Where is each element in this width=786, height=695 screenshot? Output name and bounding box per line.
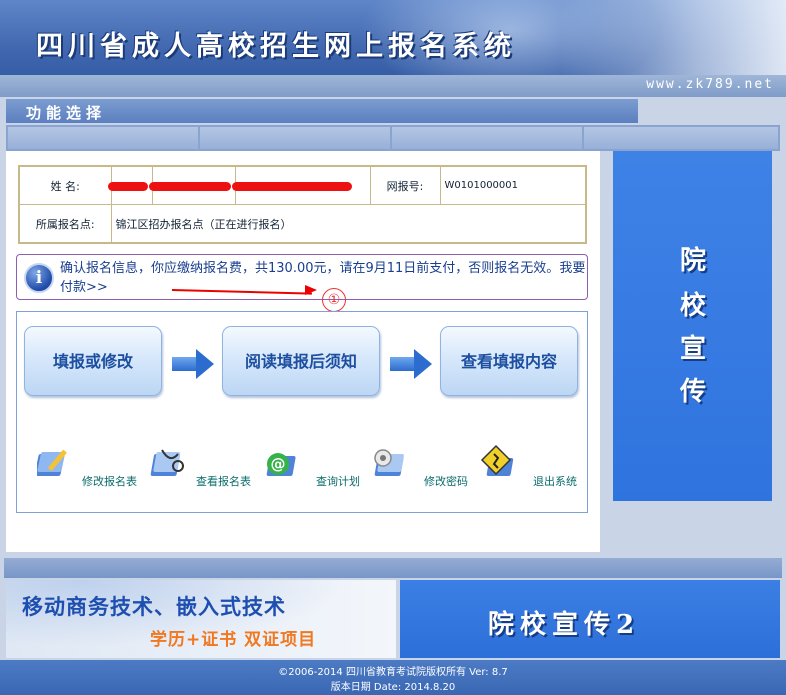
menu-tab-2[interactable]: [200, 127, 390, 149]
edit-form-link[interactable]: 修改报名表: [82, 473, 137, 489]
version-date: 版本日期 Date: 2014.8.20: [330, 682, 456, 693]
edit-form-icon[interactable]: [37, 444, 77, 482]
annotation-arrow-head: [305, 285, 317, 295]
exam-no-value: W0101000001: [439, 165, 587, 205]
promo-char-2: 校: [679, 291, 706, 321]
site-label: 所属报名点:: [18, 204, 112, 244]
applicant-info-table: 姓 名: 网报号: W0101000001 所属报名点: 锦江区招办报名点（正在…: [18, 165, 587, 244]
info-icon: i: [24, 263, 54, 293]
ad-subline: 学历+证书 双证项目: [150, 630, 317, 650]
site-title: 四川省成人高校招生网上报名系统: [36, 31, 516, 62]
step-arrow-1: [172, 349, 214, 379]
id-value-redacted: [231, 165, 371, 205]
view-form-icon[interactable]: [150, 444, 190, 482]
svg-text:@: @: [271, 455, 286, 473]
footer-strip: [4, 558, 782, 578]
header-glow-right: [560, 0, 786, 75]
site-url[interactable]: www.zk789.net: [646, 77, 774, 92]
ad-headline: 移动商务技术、嵌入式技术: [22, 595, 286, 619]
promo-char-3: 宣: [679, 334, 706, 364]
id-label-redacted: [148, 165, 236, 205]
view-form-link[interactable]: 查看报名表: [196, 473, 251, 489]
menu-title: 功能选择: [26, 104, 107, 122]
promo-char-4: 传: [679, 377, 706, 407]
fill-or-modify-button[interactable]: 填报或修改: [24, 326, 162, 396]
name-value-redacted: [107, 165, 153, 205]
exit-link[interactable]: 退出系统: [533, 473, 577, 489]
menu-tab-3[interactable]: [392, 127, 582, 149]
exit-icon[interactable]: [480, 444, 520, 482]
query-plan-link[interactable]: 查询计划: [316, 473, 360, 489]
promo-banner-right[interactable]: [613, 151, 772, 501]
menu-tab-1[interactable]: [8, 127, 198, 149]
annotation-number: ①: [322, 288, 346, 312]
promo-bottom-text: 院校宣传2: [488, 610, 641, 640]
promo-char-1: 院: [679, 246, 706, 276]
change-password-link[interactable]: 修改密码: [424, 473, 468, 489]
exam-no-label: 网报号:: [369, 165, 441, 205]
step-arrow-2: [390, 349, 432, 379]
notice-message: 确认报名信息，你应缴纳报名费，共130.00元，请在9月11日前支付，否则报名无…: [60, 261, 560, 276]
notice-text: 确认报名信息，你应缴纳报名费，共130.00元，请在9月11日前支付，否则报名无…: [60, 259, 586, 297]
change-password-icon[interactable]: [370, 444, 410, 482]
name-label: 姓 名:: [18, 165, 112, 205]
copyright-text: ©2006-2014 四川省教育考试院版权所有 Ver: 8.7: [278, 667, 508, 678]
view-content-button[interactable]: 查看填报内容: [440, 326, 578, 396]
read-notes-button[interactable]: 阅读填报后须知: [222, 326, 380, 396]
site-value: 锦江区招办报名点（正在进行报名）: [110, 204, 587, 244]
menu-tab-4[interactable]: [584, 127, 778, 149]
query-plan-icon[interactable]: @: [262, 444, 302, 482]
